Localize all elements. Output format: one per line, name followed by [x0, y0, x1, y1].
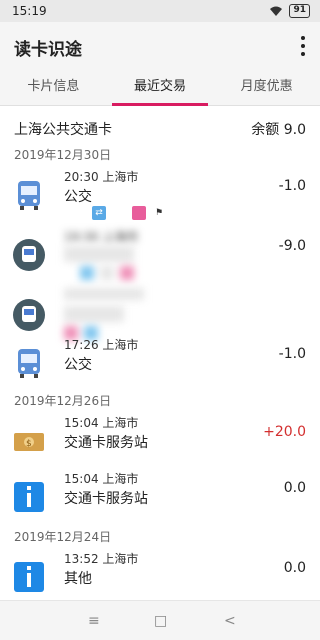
txn-label: 交通卡服务站 — [64, 491, 148, 507]
status-time: 15:19 — [12, 4, 47, 18]
txn-tags — [80, 266, 134, 280]
app-title: 读卡识途 — [14, 40, 82, 60]
discount-icon — [132, 206, 146, 220]
app-bar: 读卡识途 — [0, 22, 320, 70]
txn-label: 交通卡服务站 — [64, 435, 148, 451]
status-icons: 91 — [269, 4, 310, 18]
list-item[interactable]: 13:52 上海市 其他 0.0 — [0, 546, 320, 600]
list-item[interactable]: 17:26 上海市 公交 -1.0 — [0, 332, 320, 392]
money-icon: $ — [14, 433, 44, 451]
txn-amount: 0.0 — [283, 560, 306, 576]
home-icon[interactable]: □ — [154, 613, 167, 629]
bus-icon — [18, 349, 40, 378]
txn-label — [64, 246, 134, 262]
txn-meta: 13:52 上海市 — [64, 552, 139, 566]
more-options-icon[interactable] — [298, 36, 308, 56]
txn-amount: 0.0 — [283, 480, 306, 496]
date-header: 2019年12月24日 — [14, 530, 112, 544]
tag-icon — [80, 266, 94, 280]
tag-icon — [100, 266, 114, 280]
wifi-icon — [270, 6, 283, 16]
bus-icon — [18, 181, 40, 210]
txn-amount: -9.0 — [278, 238, 306, 254]
list-item[interactable]: 19:30 上海市 -9.0 — [0, 224, 320, 284]
info-icon — [14, 562, 44, 592]
system-nav-bar: ≡ □ < — [0, 600, 320, 640]
status-bar: 15:19 91 — [0, 0, 320, 22]
txn-tags: ⇄ ⚑ — [92, 206, 166, 220]
txn-label: 公交 — [64, 189, 92, 205]
txn-amount: +20.0 — [263, 424, 306, 440]
txn-amount: -1.0 — [278, 178, 306, 194]
txn-meta: 19:30 上海市 — [64, 230, 139, 244]
back-icon[interactable]: < — [224, 613, 236, 629]
battery-icon: 91 — [289, 4, 310, 18]
card-summary: 上海公共交通卡 余额 9.0 — [0, 116, 320, 138]
list-item[interactable]: $ 15:04 上海市 交通卡服务站 +20.0 — [0, 410, 320, 470]
transaction-list[interactable]: 上海公共交通卡 余额 9.0 2019年12月30日 20:30 上海市 公交 … — [0, 106, 320, 600]
txn-label — [64, 306, 124, 322]
list-item[interactable]: 15:04 上海市 交通卡服务站 0.0 — [0, 466, 320, 526]
txn-label: 公交 — [64, 357, 92, 373]
metro-icon — [13, 239, 45, 271]
flag-icon: ⚑ — [154, 208, 164, 218]
txn-meta: 20:30 上海市 — [64, 170, 139, 184]
card-balance: 余额 9.0 — [251, 122, 306, 138]
tag-icon — [120, 266, 134, 280]
tab-card-info[interactable]: 卡片信息 — [0, 70, 107, 105]
txn-meta: 15:04 上海市 — [64, 472, 139, 486]
date-header: 2019年12月30日 — [14, 148, 112, 162]
tab-monthly-offers[interactable]: 月度优惠 — [213, 70, 320, 105]
txn-label: 其他 — [64, 571, 92, 587]
info-icon — [14, 482, 44, 512]
menu-icon[interactable]: ≡ — [88, 613, 100, 629]
tab-bar: 卡片信息 最近交易 月度优惠 — [0, 70, 320, 106]
card-name: 上海公共交通卡 — [14, 122, 112, 138]
tab-recent-transactions[interactable]: 最近交易 — [107, 70, 214, 106]
txn-meta — [64, 288, 144, 300]
list-item[interactable]: 20:30 上海市 公交 -1.0 ⇄ ⚑ — [0, 164, 320, 224]
transfer-icon: ⇄ — [92, 206, 106, 220]
svg-text:$: $ — [26, 439, 32, 449]
txn-amount: -1.0 — [278, 346, 306, 362]
txn-meta: 15:04 上海市 — [64, 416, 139, 430]
date-header: 2019年12月26日 — [14, 394, 112, 408]
metro-icon — [13, 299, 45, 331]
txn-meta: 17:26 上海市 — [64, 338, 139, 352]
